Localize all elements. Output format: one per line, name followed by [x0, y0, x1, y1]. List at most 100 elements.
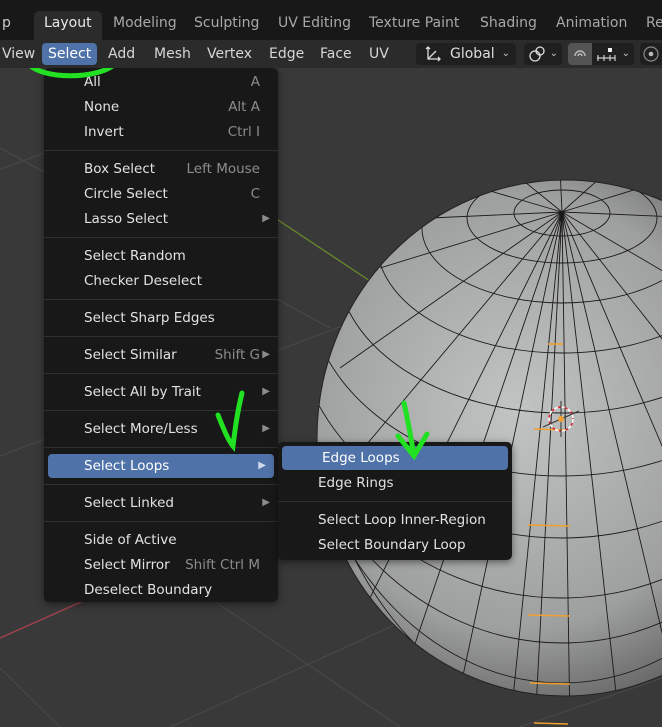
menu-item-select-boundary-loop[interactable]: Select Boundary Loop: [278, 533, 512, 557]
tab-animation[interactable]: Animation: [546, 11, 637, 40]
menu-separator: [44, 237, 278, 238]
proportional-edit-icon: [643, 46, 659, 62]
tab-shading[interactable]: Shading: [470, 11, 547, 40]
3d-viewport[interactable]: All A None Alt A Invert Ctrl I Box Select Left …: [0, 68, 662, 727]
menu-separator: [44, 150, 278, 151]
menu-vertex[interactable]: Vertex: [207, 43, 252, 65]
menu-item-label: Select Sharp Edges: [84, 310, 215, 326]
viewport-header: View Select Add Mesh Vertex Edge Face UV…: [0, 40, 662, 68]
submenu-arrow-icon: ▶: [262, 213, 270, 224]
shortcut-hint: Left Mouse: [186, 161, 261, 177]
submenu-arrow-icon: ▶: [262, 497, 270, 508]
menu-item-lasso-select[interactable]: Lasso Select ▶: [44, 207, 278, 231]
menu-separator: [44, 336, 278, 337]
menu-item-all[interactable]: All A: [44, 70, 278, 94]
menu-item-select-similar[interactable]: Select Similar Shift G ▶: [44, 343, 278, 367]
submenu-arrow-icon: ▶: [262, 349, 270, 360]
menu-item-circle-select[interactable]: Circle Select C: [44, 182, 278, 206]
menu-item-label: Circle Select: [84, 186, 168, 202]
chevron-down-icon: ⌄: [501, 48, 510, 59]
snap-toggle[interactable]: [568, 43, 592, 65]
menu-item-label: Select Loops: [84, 458, 170, 474]
tab-sculpting[interactable]: Sculpting: [184, 11, 269, 40]
select-loops-submenu: Edge Loops Edge Rings Select Loop Inner-Re…: [278, 442, 512, 560]
menu-item-label: Select Boundary Loop: [318, 537, 466, 553]
menu-item-label: Select Loop Inner-Region: [318, 512, 486, 528]
menu-item-select-linked[interactable]: Select Linked ▶: [44, 491, 278, 515]
shortcut-hint: Alt A: [228, 99, 260, 115]
transform-orientation-dropdown[interactable]: Global ⌄: [416, 43, 516, 65]
magnet-icon: [574, 50, 586, 57]
menu-item-none[interactable]: None Alt A: [44, 95, 278, 119]
menu-item-label: Select Mirror: [84, 557, 170, 573]
shortcut-hint: Ctrl I: [227, 124, 260, 140]
truncated-tab: p: [2, 15, 11, 31]
menu-item-select-sharp-edges[interactable]: Select Sharp Edges: [44, 306, 278, 330]
workspace-tabs-bar: p Layout Modeling Sculpting UV Editing T…: [0, 0, 662, 40]
menu-item-label: Edge Loops: [322, 450, 400, 466]
menu-uv[interactable]: UV: [369, 43, 389, 65]
shortcut-hint: Shift G: [214, 347, 260, 363]
menu-edge[interactable]: Edge: [269, 43, 304, 65]
submenu-arrow-icon: ▶: [262, 386, 270, 397]
menu-item-select-random[interactable]: Select Random: [44, 244, 278, 268]
submenu-arrow-icon: ▶: [262, 423, 270, 434]
menu-item-select-loop-inner-region[interactable]: Select Loop Inner-Region: [278, 508, 512, 532]
menu-item-label: Select All by Trait: [84, 384, 201, 400]
menu-separator: [44, 521, 278, 522]
menu-separator: [44, 447, 278, 448]
menu-item-label: None: [84, 99, 120, 115]
menu-separator: [44, 373, 278, 374]
menu-item-label: Select Random: [84, 248, 186, 264]
menu-item-label: Lasso Select: [84, 211, 169, 227]
snap-increment-icon[interactable]: [596, 47, 618, 63]
tab-texture-paint[interactable]: Texture Paint: [359, 11, 469, 40]
shortcut-hint: A: [250, 74, 260, 90]
tab-rendering[interactable]: Re: [636, 11, 662, 40]
proportional-edit-toggle[interactable]: [640, 43, 662, 65]
menu-item-label: Invert: [84, 124, 124, 140]
menu-item-select-mirror[interactable]: Select Mirror Shift Ctrl M: [44, 553, 278, 577]
tab-layout[interactable]: Layout: [34, 11, 102, 40]
menu-item-edge-loops[interactable]: Edge Loops: [282, 446, 508, 470]
uv-sphere-mesh[interactable]: [282, 68, 662, 727]
menu-item-label: Side of Active: [84, 532, 177, 548]
menu-item-label: Select More/Less: [84, 421, 198, 437]
menu-item-checker-deselect[interactable]: Checker Deselect: [44, 269, 278, 293]
menu-item-edge-rings[interactable]: Edge Rings: [278, 471, 512, 495]
shortcut-hint: C: [250, 186, 260, 202]
menu-separator: [44, 484, 278, 485]
menu-select[interactable]: Select: [42, 43, 98, 65]
menu-separator: [44, 299, 278, 300]
menu-item-side-of-active[interactable]: Side of Active: [44, 528, 278, 552]
menu-item-label: Edge Rings: [318, 475, 394, 491]
menu-separator: [278, 501, 512, 502]
menu-item-select-loops[interactable]: Select Loops ▶: [48, 454, 274, 478]
menu-item-select-all-by-trait[interactable]: Select All by Trait ▶: [44, 380, 278, 404]
menu-item-invert[interactable]: Invert Ctrl I: [44, 120, 278, 144]
menu-item-label: Checker Deselect: [84, 273, 203, 289]
snapping-controls: ⌄: [568, 43, 634, 65]
submenu-arrow-icon: ▶: [258, 460, 266, 471]
menu-add[interactable]: Add: [108, 43, 135, 65]
menu-item-deselect-boundary[interactable]: Deselect Boundary: [44, 578, 278, 602]
transform-axes-icon: [425, 46, 441, 62]
menu-item-label: Deselect Boundary: [84, 582, 213, 598]
menu-item-box-select[interactable]: Box Select Left Mouse: [44, 157, 278, 181]
y-axis-line: [274, 217, 371, 282]
x-axis-line: [0, 597, 91, 639]
pivot-icon: [529, 46, 545, 62]
menu-face[interactable]: Face: [320, 43, 352, 65]
menu-item-label: Select Linked: [84, 495, 174, 511]
menu-item-label: Box Select: [84, 161, 156, 177]
menu-item-label: Select Similar: [84, 347, 177, 363]
tab-uv-editing[interactable]: UV Editing: [268, 11, 361, 40]
tab-modeling[interactable]: Modeling: [103, 11, 187, 40]
menu-separator: [44, 410, 278, 411]
chevron-down-icon: ⌄: [621, 48, 630, 59]
menu-item-select-more-less[interactable]: Select More/Less ▶: [44, 417, 278, 441]
menu-mesh[interactable]: Mesh: [154, 43, 191, 65]
menu-view[interactable]: View: [2, 43, 35, 65]
orientation-label: Global: [450, 46, 495, 62]
pivot-point-dropdown[interactable]: ⌄: [524, 43, 562, 65]
